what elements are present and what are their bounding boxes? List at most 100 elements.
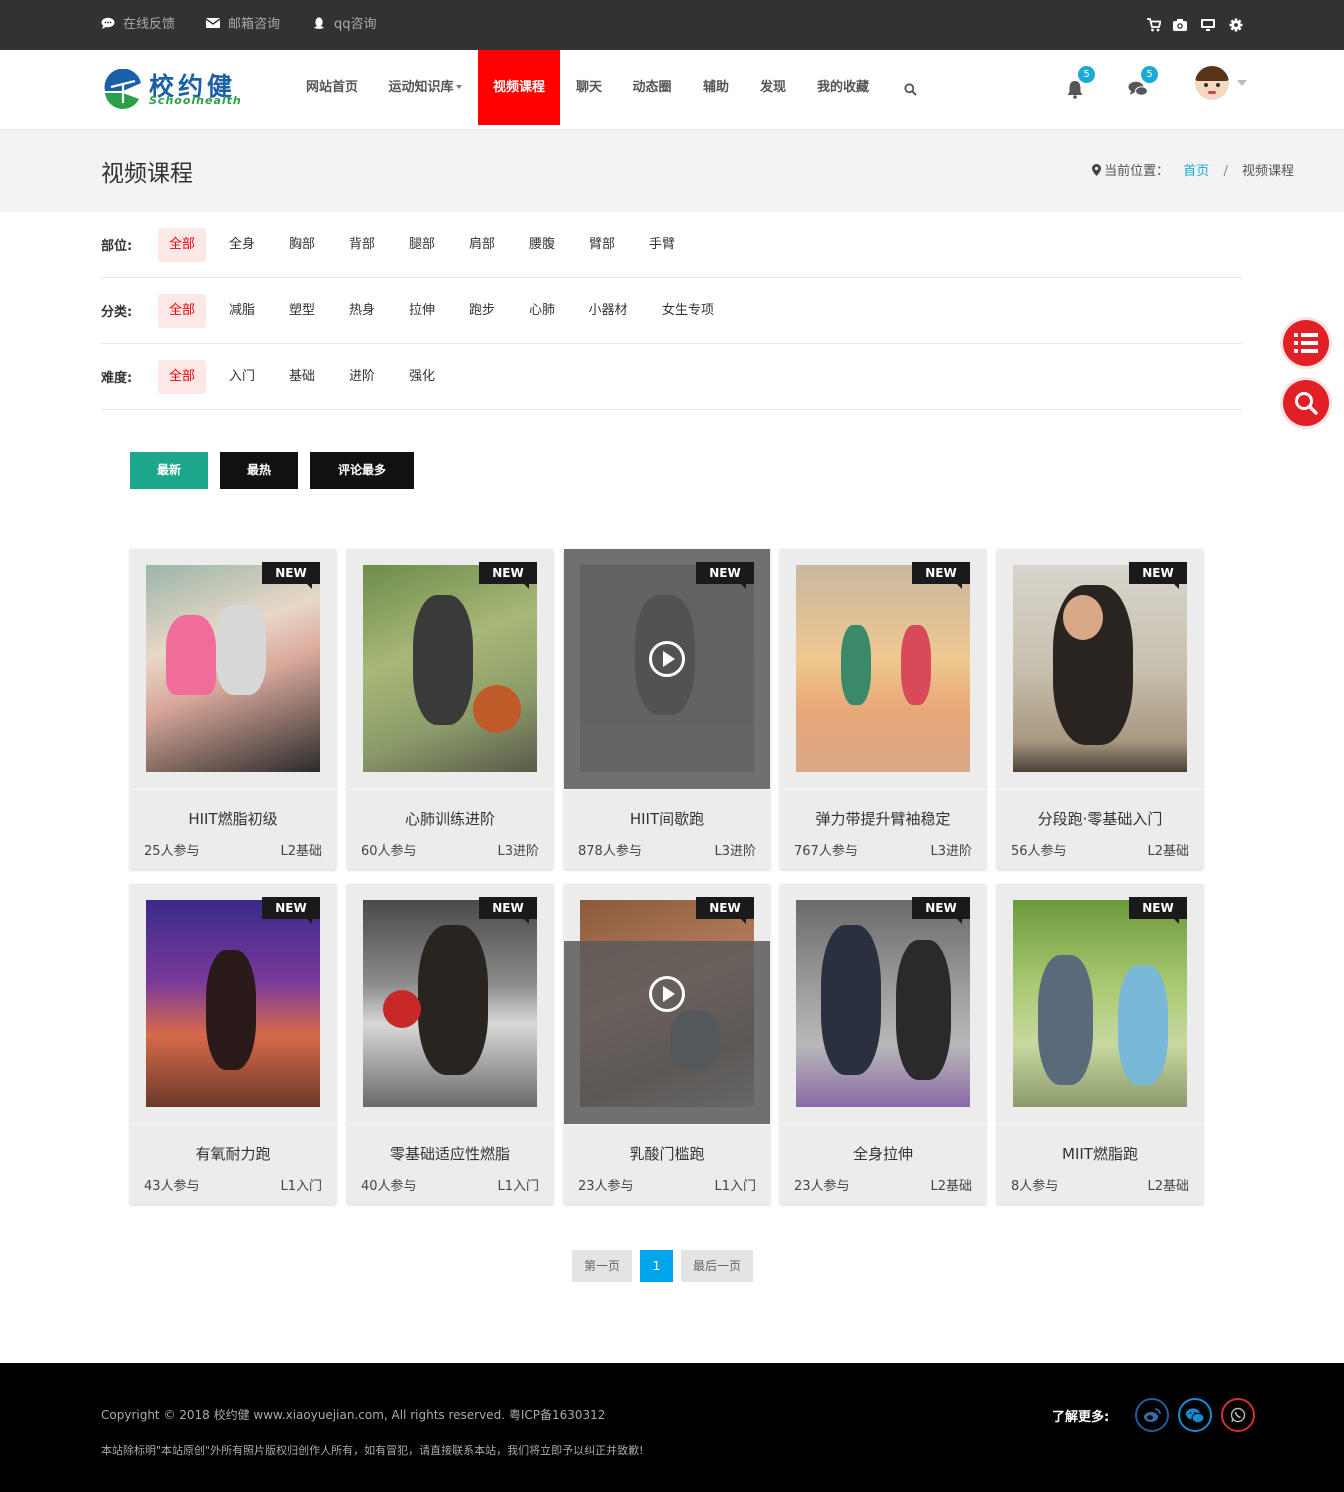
- nav-knowledge-label: 运动知识库: [388, 80, 454, 95]
- filter-option[interactable]: 腿部: [398, 228, 446, 262]
- course-card[interactable]: NEW HIIT间歇跑 878人参与 L3进阶: [564, 549, 770, 869]
- filter-option[interactable]: 进阶: [338, 360, 386, 394]
- bell-icon[interactable]: [1066, 80, 1084, 99]
- filter-option[interactable]: 跑步: [458, 294, 506, 328]
- course-level: L2基础: [1147, 1179, 1189, 1194]
- mail-icon: [206, 18, 220, 28]
- filter-option[interactable]: 全身: [218, 228, 266, 262]
- top-bar: 在线反馈 邮箱咨询 qq咨询: [0, 0, 1344, 50]
- course-info: 心肺训练进阶 60人参与 L3进阶: [347, 789, 553, 869]
- cart-icon[interactable]: [1147, 18, 1161, 32]
- filter-option[interactable]: 全部: [158, 228, 206, 262]
- filter-option[interactable]: 臂部: [578, 228, 626, 262]
- filter-option[interactable]: 全部: [158, 360, 206, 394]
- weibo-icon[interactable]: [1135, 1398, 1169, 1432]
- filter-option[interactable]: 胸部: [278, 228, 326, 262]
- page-header: 视频课程 当前位置： 首页 / 视频课程: [0, 130, 1344, 212]
- course-level: L2基础: [280, 844, 322, 859]
- course-participants: 878人参与: [578, 844, 642, 859]
- copyright-text: Copyright © 2018 校约健 www.xiaoyuejian.com…: [101, 1408, 606, 1422]
- course-level: L1入门: [280, 1179, 322, 1194]
- new-tag: NEW: [262, 897, 320, 924]
- chevron-down-icon: [455, 85, 462, 89]
- page-title: 视频课程: [101, 161, 193, 187]
- filter-option[interactable]: 塑型: [278, 294, 326, 328]
- filter-option[interactable]: 背部: [338, 228, 386, 262]
- camera-icon[interactable]: [1173, 18, 1187, 32]
- pagination-first[interactable]: 第一页: [572, 1250, 632, 1282]
- nav-moments[interactable]: 动态圈: [623, 50, 681, 125]
- course-thumbnail: [796, 565, 970, 772]
- filter-option[interactable]: 女生专项: [650, 294, 726, 328]
- filter-option[interactable]: 小器材: [578, 294, 638, 328]
- notification-badge: 5: [1078, 66, 1095, 83]
- course-card[interactable]: NEW 分段跑·零基础入门 56人参与 L2基础: [997, 549, 1203, 869]
- breadcrumb-home[interactable]: 首页: [1183, 164, 1209, 179]
- course-card[interactable]: NEW MIIT燃脂跑 8人参与 L2基础: [997, 884, 1203, 1204]
- course-title: 分段跑·零基础入门: [1037, 810, 1163, 828]
- floating-menu-button[interactable]: [1283, 320, 1329, 366]
- qq-link[interactable]: qq咨询: [312, 0, 377, 50]
- course-card[interactable]: NEW 有氧耐力跑 43人参与 L1入门: [130, 884, 336, 1204]
- filter-option[interactable]: 入门: [218, 360, 266, 394]
- filter-option[interactable]: 强化: [398, 360, 446, 394]
- course-card[interactable]: NEW 弹力带提升臂袖稳定 767人参与 L3进阶: [780, 549, 986, 869]
- course-card[interactable]: NEW 零基础适应性燃脂 40人参与 L1入门: [347, 884, 553, 1204]
- filter-option[interactable]: 基础: [278, 360, 326, 394]
- sort-hottest-button[interactable]: 最热: [220, 452, 298, 489]
- nav-knowledge[interactable]: 运动知识库: [379, 50, 471, 125]
- email-link[interactable]: 邮箱咨询: [206, 0, 280, 50]
- course-participants: 40人参与: [361, 1179, 417, 1194]
- search-icon: [1295, 392, 1318, 415]
- filter-option[interactable]: 手臂: [638, 228, 686, 262]
- filter-option[interactable]: 拉伸: [398, 294, 446, 328]
- filter-option[interactable]: 全部: [158, 294, 206, 328]
- course-level: L3进阶: [714, 844, 756, 859]
- nav-chat[interactable]: 聊天: [568, 50, 610, 125]
- sort-comments-button[interactable]: 评论最多: [310, 452, 414, 489]
- filter-option[interactable]: 肩部: [458, 228, 506, 262]
- gear-icon[interactable]: [1229, 18, 1243, 32]
- course-participants: 43人参与: [144, 1179, 200, 1194]
- pagination-current[interactable]: 1: [640, 1250, 673, 1282]
- filter-option[interactable]: 腰腹: [518, 228, 566, 262]
- course-title: 乳酸门槛跑: [629, 1145, 705, 1163]
- course-participants: 767人参与: [794, 844, 858, 859]
- sort-newest-button[interactable]: 最新: [130, 452, 208, 489]
- nav-discover[interactable]: 发现: [751, 50, 795, 125]
- play-icon[interactable]: [649, 641, 685, 677]
- nav-assist[interactable]: 辅助: [694, 50, 738, 125]
- new-tag: NEW: [912, 562, 970, 589]
- filter-option[interactable]: 心肺: [518, 294, 566, 328]
- avatar[interactable]: [1195, 66, 1229, 100]
- feedback-link[interactable]: 在线反馈: [101, 0, 175, 50]
- filter-option[interactable]: 热身: [338, 294, 386, 328]
- nav-video-courses[interactable]: 视频课程: [478, 50, 560, 125]
- filter-option[interactable]: 减脂: [218, 294, 266, 328]
- nav-home[interactable]: 网站首页: [296, 50, 368, 125]
- whatsapp-icon[interactable]: [1221, 1398, 1255, 1432]
- site-logo[interactable]: 校约健 Schoolhealth: [101, 65, 247, 113]
- course-participants: 8人参与: [1011, 1179, 1059, 1194]
- course-card[interactable]: NEW HIIT燃脂初级 25人参与 L2基础: [130, 549, 336, 869]
- pagination-last[interactable]: 最后一页: [681, 1250, 753, 1282]
- play-icon[interactable]: [649, 976, 685, 1012]
- wechat-icon[interactable]: [1178, 1398, 1212, 1432]
- course-info: MIIT燃脂跑 8人参与 L2基础: [997, 1124, 1203, 1204]
- course-card[interactable]: NEW 全身拉伸 23人参与 L2基础: [780, 884, 986, 1204]
- course-card[interactable]: NEW 心肺训练进阶 60人参与 L3进阶: [347, 549, 553, 869]
- search-icon[interactable]: [904, 83, 917, 96]
- floating-search-button[interactable]: [1283, 380, 1329, 426]
- course-participants: 56人参与: [1011, 844, 1067, 859]
- filter-label: 分类:: [101, 305, 133, 320]
- comments-icon[interactable]: [1128, 81, 1148, 97]
- monitor-icon[interactable]: [1201, 18, 1215, 32]
- course-title: MIIT燃脂跑: [1062, 1145, 1138, 1163]
- course-level: L2基础: [930, 1179, 972, 1194]
- filter-difficulty: 难度: 全部 入门 基础 进阶 强化: [101, 344, 1242, 410]
- logo-text-en: Schoolhealth: [149, 94, 242, 107]
- course-card[interactable]: NEW 乳酸门槛跑 23人参与 L1入门: [564, 884, 770, 1204]
- user-menu-chevron-icon[interactable]: [1237, 80, 1247, 86]
- filter-label: 难度:: [101, 371, 133, 386]
- nav-favorites[interactable]: 我的收藏: [808, 50, 878, 125]
